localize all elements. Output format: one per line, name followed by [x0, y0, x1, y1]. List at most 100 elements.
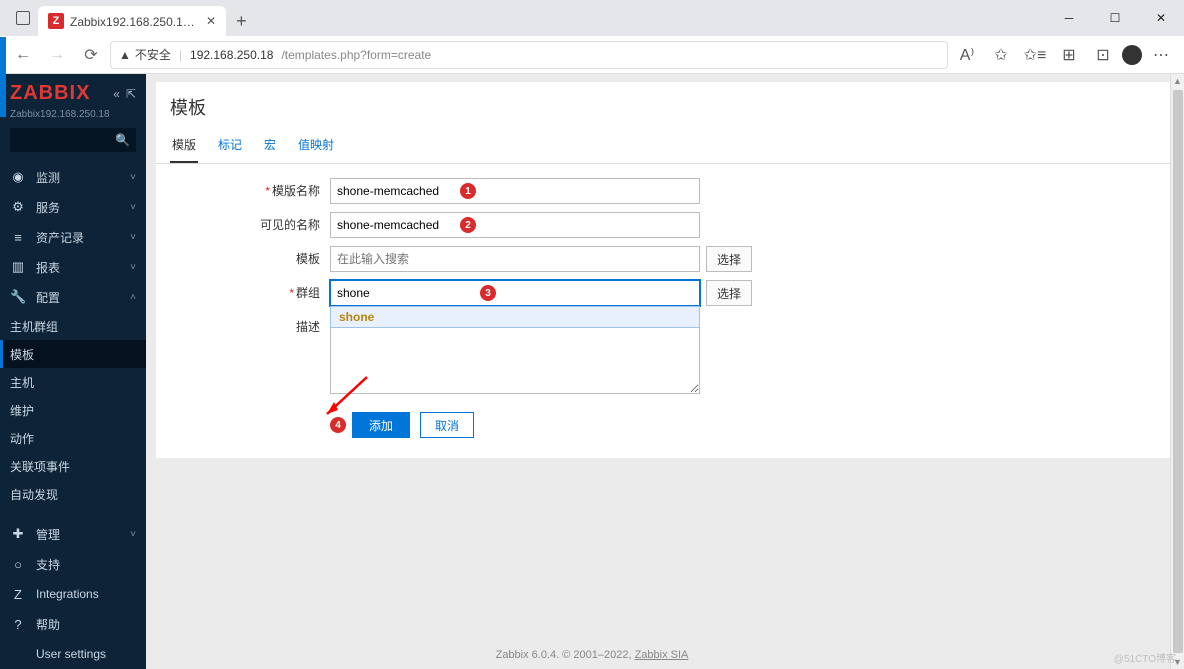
nav-label: 服务	[36, 199, 60, 216]
badge-3: 3	[480, 285, 496, 301]
label-templates: 模板	[296, 252, 320, 266]
nav-item-2[interactable]: ≡资产记录˅	[0, 222, 146, 252]
nav-label: 配置	[36, 289, 60, 306]
badge-2: 2	[460, 217, 476, 233]
chevron-icon: ˅	[130, 262, 136, 273]
tab-标记[interactable]: 标记	[216, 130, 244, 163]
sidebar-search-input[interactable]	[10, 128, 136, 152]
label-groups: 群组	[296, 286, 320, 300]
extensions-icon[interactable]: ⊡	[1088, 40, 1118, 70]
url-host: 192.168.250.18	[190, 48, 273, 62]
url-field[interactable]: ▲ 不安全 | 192.168.250.18/templates.php?for…	[110, 41, 948, 69]
badge-1: 1	[460, 183, 476, 199]
tab-title: Zabbix192.168.250.18: 配置模板	[70, 13, 200, 30]
insecure-warning: ▲ 不安全	[119, 46, 171, 63]
nav-subitem-维护[interactable]: 维护	[0, 396, 146, 424]
chevron-icon: ˅	[130, 172, 136, 183]
nav-subitem-关联项事件[interactable]: 关联项事件	[0, 452, 146, 480]
chevron-icon: ˅	[130, 529, 136, 540]
nav-icon: ▥	[10, 259, 26, 275]
watermark-text: @51CTO博客	[1114, 650, 1176, 665]
nav-item-0[interactable]: ◉ 监测 ˅	[0, 162, 146, 192]
scroll-up-icon[interactable]: ▲	[1173, 74, 1182, 88]
new-tab-button[interactable]: +	[226, 6, 257, 36]
main-content: 模板 模版标记宏值映射 *模版名称 1 可见的名称 2	[146, 74, 1184, 669]
label-visible-name: 可见的名称	[260, 218, 320, 232]
add-button[interactable]: 添加	[352, 412, 410, 438]
page-title: 模板	[170, 94, 1160, 120]
collections-icon[interactable]: ⊞	[1054, 40, 1084, 70]
favorites-bar-icon[interactable]: ✩≡	[1020, 40, 1050, 70]
browser-titlebar: Z Zabbix192.168.250.18: 配置模板 ✕ + ─ ☐ ✕	[0, 0, 1184, 36]
footer-link[interactable]: Zabbix SIA	[635, 649, 689, 661]
cancel-button[interactable]: 取消	[420, 412, 474, 438]
nav-icon: ◉	[10, 169, 26, 185]
nav-forward-icon: →	[42, 40, 72, 70]
chevron-icon: ˅	[130, 202, 136, 213]
url-path: /templates.php?form=create	[281, 48, 431, 62]
vertical-scrollbar[interactable]: ▲ ▼	[1170, 74, 1184, 669]
nav-back-icon[interactable]: ←	[8, 40, 38, 70]
nav-subitem-主机群组[interactable]: 主机群组	[0, 312, 146, 340]
nav-subitem-动作[interactable]: 动作	[0, 424, 146, 452]
nav-refresh-icon[interactable]: ⟳	[76, 40, 106, 70]
chevron-icon: ˄	[130, 292, 136, 303]
nav-item-1[interactable]: ⚙ 服务 ˅	[0, 192, 146, 222]
collapse-sidebar-icon[interactable]: «	[113, 87, 120, 101]
profile-avatar[interactable]	[1122, 45, 1142, 65]
favorite-icon[interactable]: ✩	[986, 40, 1016, 70]
nav-subitem-模板[interactable]: 模板	[0, 340, 146, 368]
nav-lower-2[interactable]: Z Integrations	[0, 579, 146, 609]
tab-值映射[interactable]: 值映射	[296, 130, 336, 163]
badge-4: 4	[330, 417, 346, 433]
nav-label: 支持	[36, 556, 60, 573]
chevron-icon: ˅	[130, 232, 136, 243]
nav-label: 管理	[36, 526, 60, 543]
zabbix-logo[interactable]: ZABBIX	[10, 82, 90, 105]
nav-icon: ✚	[10, 526, 26, 542]
nav-icon: ⚙	[10, 199, 26, 215]
nav-icon: ≡	[10, 230, 26, 245]
groups-select-button[interactable]: 选择	[706, 280, 752, 306]
groups-search-input[interactable]	[330, 280, 700, 306]
nav-icon: ○	[10, 557, 26, 572]
nav-subitem-主机[interactable]: 主机	[0, 368, 146, 396]
window-close[interactable]: ✕	[1138, 0, 1184, 36]
popout-sidebar-icon[interactable]: ⇱	[126, 87, 136, 101]
tab-宏[interactable]: 宏	[262, 130, 278, 163]
nav-lower-1[interactable]: ○ 支持	[0, 549, 146, 579]
footer: Zabbix 6.0.4. © 2001–2022, Zabbix SIA	[146, 649, 1184, 661]
nav-lower-3[interactable]: ? 帮助	[0, 609, 146, 639]
nav-item-3[interactable]: ▥ 报表 ˅	[0, 252, 146, 282]
server-label: Zabbix192.168.250.18	[0, 109, 146, 128]
tab-模版[interactable]: 模版	[170, 130, 198, 163]
nav-label: 监测	[36, 169, 60, 186]
sidebar: ZABBIX « ⇱ Zabbix192.168.250.18 🔍 ◉监测˅⚙服…	[0, 74, 146, 669]
nav-label: Integrations	[36, 587, 99, 601]
template-name-input[interactable]	[330, 178, 700, 204]
more-icon[interactable]: ⋯	[1146, 40, 1176, 70]
templates-search-input[interactable]	[330, 246, 700, 272]
nav-icon: Z	[10, 587, 26, 602]
label-description: 描述	[296, 320, 320, 334]
nav-icon: ?	[10, 617, 26, 632]
nav-lower-0[interactable]: ✚ 管理 ˅	[0, 519, 146, 549]
read-aloud-icon[interactable]: A⁾	[952, 40, 982, 70]
tabs-vertical-icon[interactable]	[16, 11, 30, 25]
close-tab-icon[interactable]: ✕	[206, 14, 216, 28]
window-minimize[interactable]: ─	[1046, 0, 1092, 36]
nav-icon: 🔧	[10, 289, 26, 305]
browser-tab[interactable]: Z Zabbix192.168.250.18: 配置模板 ✕	[38, 6, 226, 36]
groups-autocomplete-option[interactable]: shone	[330, 306, 700, 328]
nav-label: 报表	[36, 259, 60, 276]
window-edge-highlight	[0, 37, 6, 117]
window-maximize[interactable]: ☐	[1092, 0, 1138, 36]
browser-addressbar: ← → ⟳ ▲ 不安全 | 192.168.250.18/templates.p…	[0, 36, 1184, 74]
templates-select-button[interactable]: 选择	[706, 246, 752, 272]
nav-subitem-自动发现[interactable]: 自动发现	[0, 480, 146, 508]
scroll-thumb[interactable]	[1173, 90, 1183, 653]
nav-item-4[interactable]: 🔧 配置 ˄	[0, 282, 146, 312]
nav-label: 帮助	[36, 616, 60, 633]
visible-name-input[interactable]	[330, 212, 700, 238]
zabbix-favicon: Z	[48, 13, 64, 29]
